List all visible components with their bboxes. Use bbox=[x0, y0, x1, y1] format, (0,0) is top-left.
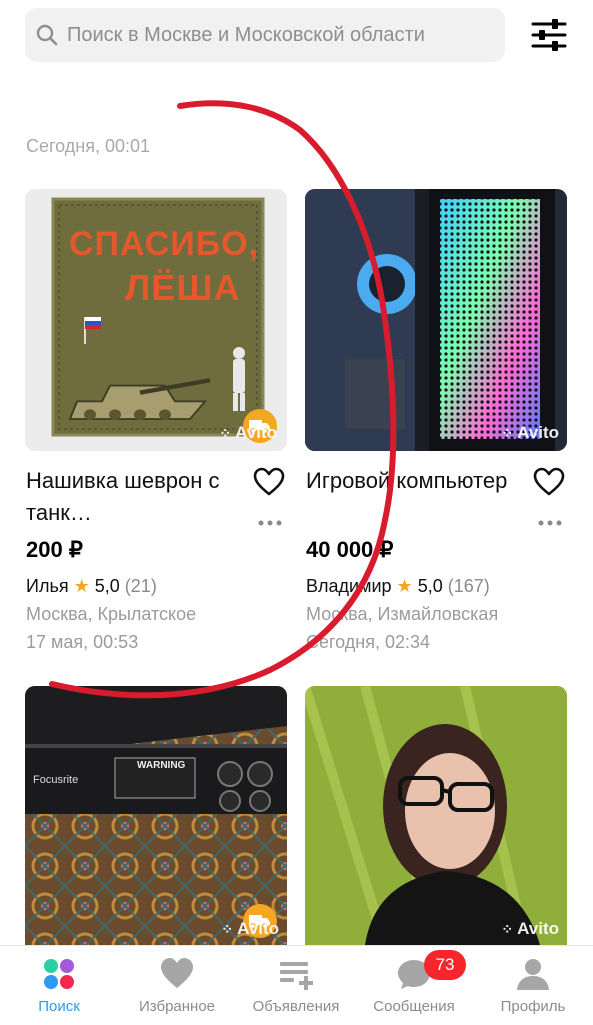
avito-dots-icon: ⁘ bbox=[501, 920, 514, 937]
search-icon bbox=[36, 24, 58, 46]
heart-icon[interactable] bbox=[533, 467, 565, 497]
warning-label: WARNING bbox=[137, 760, 186, 771]
avito-dots-icon: ⁘ bbox=[501, 424, 514, 441]
nav-item-profile[interactable]: Профиль bbox=[474, 946, 592, 1025]
listing-card[interactable]: ⁘ Avito Игровой компьютер 40 000 ₽ Влади… bbox=[305, 189, 567, 659]
avito-watermark: ⁘ Avito bbox=[501, 423, 559, 443]
search-dots-icon bbox=[44, 959, 74, 989]
search-bar[interactable]: Поиск в Москве и Московской области bbox=[25, 8, 505, 62]
listing-title[interactable]: Игровой компьютер bbox=[306, 465, 524, 497]
listing-card[interactable]: Focusrite WARNING ⁘ Avito bbox=[25, 686, 287, 945]
listing-photo[interactable]: Focusrite WARNING ⁘ Avito bbox=[25, 686, 287, 945]
listing-price: 200 ₽ bbox=[26, 537, 83, 562]
listing-photo[interactable]: СПАСИБО, ЛЁША ⁘ Avito bbox=[25, 189, 287, 451]
seller-rating: 5,0 bbox=[94, 576, 120, 596]
pc-image bbox=[305, 189, 567, 451]
nav-label: Объявления bbox=[252, 998, 340, 1015]
search-input[interactable]: Поиск в Москве и Московской области bbox=[67, 24, 425, 47]
bottom-nav: Поиск Избранное Объявления Сообщения Про… bbox=[0, 945, 593, 1025]
seller-review-count: (21) bbox=[124, 576, 157, 596]
avito-watermark-text: Avito bbox=[517, 919, 559, 938]
avito-watermark-text: Avito bbox=[517, 423, 559, 442]
listing-time: Сегодня, 02:34 bbox=[306, 632, 431, 652]
star-icon: ★ bbox=[73, 576, 90, 596]
nav-item-listings[interactable]: Объявления bbox=[237, 946, 355, 1025]
seller-name: Илья bbox=[26, 576, 69, 596]
seller-name: Владимир bbox=[306, 576, 392, 596]
patch-text-line-2: ЛЁША bbox=[125, 267, 241, 308]
avito-dots-icon: ⁘ bbox=[221, 920, 234, 937]
seller-review-count: (167) bbox=[447, 576, 490, 596]
profile-icon bbox=[517, 959, 549, 990]
listing-card[interactable]: ⁘ Avito bbox=[305, 686, 567, 945]
portrait-image bbox=[305, 686, 567, 945]
filter-icon[interactable] bbox=[530, 17, 568, 53]
avito-watermark: ⁘ Avito bbox=[219, 423, 277, 443]
heart-icon[interactable] bbox=[253, 467, 285, 497]
avito-watermark: ⁘ Avito bbox=[221, 919, 279, 939]
add-listing-icon bbox=[280, 962, 313, 990]
listing-title[interactable]: Нашивка шеврон с танк… bbox=[26, 465, 244, 529]
messages-badge: 73 bbox=[424, 950, 466, 980]
nav-label: Поиск bbox=[38, 998, 80, 1015]
more-options-icon[interactable] bbox=[257, 519, 283, 527]
avito-watermark-text: Avito bbox=[235, 423, 277, 442]
nav-item-search[interactable]: Поиск bbox=[0, 946, 118, 1025]
listing-location: Москва, Измайловская bbox=[306, 604, 499, 624]
audio-interface-image bbox=[25, 686, 287, 945]
avito-dots-icon: ⁘ bbox=[219, 424, 232, 441]
seller-rating: 5,0 bbox=[417, 576, 443, 596]
listing-price: 40 000 ₽ bbox=[306, 537, 394, 562]
listing-card[interactable]: СПАСИБО, ЛЁША ⁘ Avito Нашивка шеврон с т… bbox=[25, 189, 287, 659]
patch-text-line-1: СПАСИБО, bbox=[69, 225, 260, 263]
seller-info: Владимир ★ 5,0 (167) bbox=[306, 576, 490, 597]
seller-info: Илья ★ 5,0 (21) bbox=[26, 576, 157, 597]
avito-watermark: ⁘ Avito bbox=[501, 919, 559, 939]
nav-item-favorites[interactable]: Избранное bbox=[118, 946, 236, 1025]
star-icon: ★ bbox=[396, 576, 413, 596]
listing-location: Москва, Крылатское bbox=[26, 604, 197, 624]
listing-time: 17 мая, 00:53 bbox=[26, 632, 139, 652]
avito-watermark-text: Avito bbox=[237, 919, 279, 938]
nav-label: Избранное bbox=[138, 998, 216, 1015]
heart-icon bbox=[161, 958, 193, 988]
brand-label: Focusrite bbox=[33, 774, 79, 786]
nav-label: Профиль bbox=[500, 998, 566, 1015]
more-options-icon[interactable] bbox=[537, 519, 563, 527]
listing-photo[interactable]: ⁘ Avito bbox=[305, 189, 567, 451]
listing-photo[interactable]: ⁘ Avito bbox=[305, 686, 567, 945]
feed-date-label: Сегодня, 00:01 bbox=[26, 136, 151, 156]
nav-label: Сообщения bbox=[373, 998, 455, 1015]
